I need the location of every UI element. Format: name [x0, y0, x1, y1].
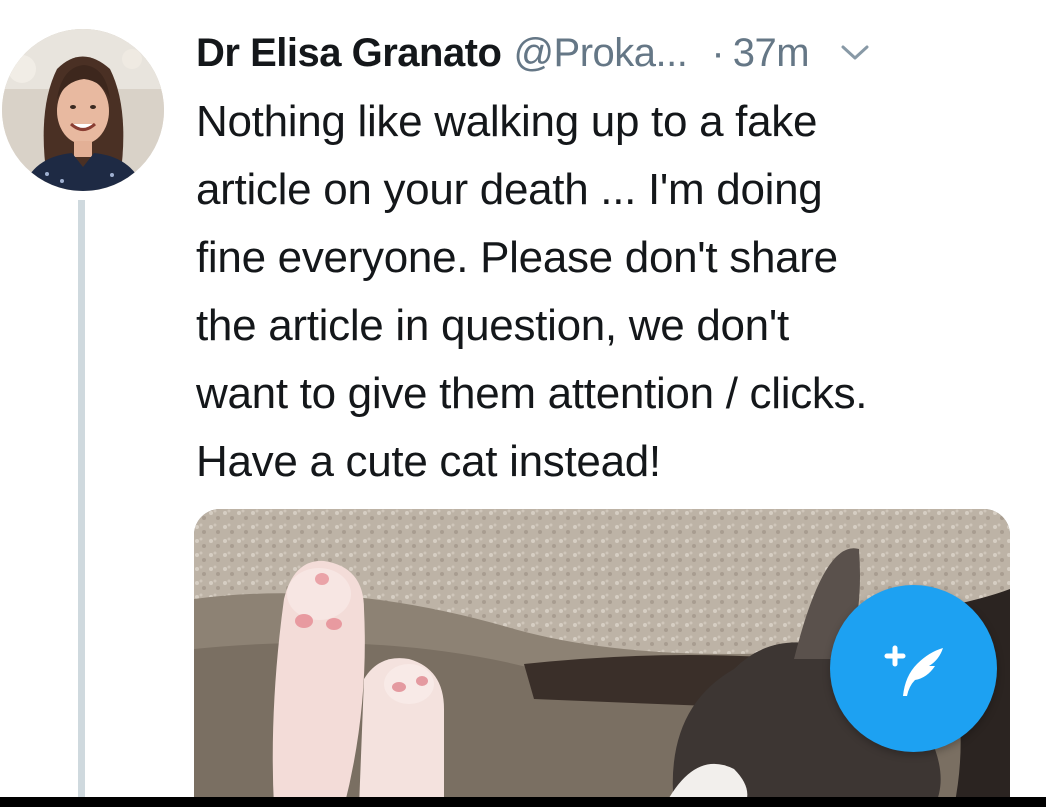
screen-bottom-edge — [0, 797, 1046, 807]
compose-tweet-icon — [884, 645, 943, 696]
tweet-text-line: fine everyone. Please don't share — [196, 233, 838, 282]
avatar[interactable] — [2, 29, 164, 191]
timestamp[interactable]: 37m — [733, 31, 810, 76]
avatar-photo — [2, 29, 164, 191]
compose-tweet-button[interactable] — [830, 585, 997, 752]
thread-line — [78, 200, 85, 807]
tweet-text-line: want to give them attention / clicks. — [196, 369, 868, 418]
tweet-text: Nothing like walking up to a fake articl… — [196, 88, 1026, 496]
chevron-down-icon[interactable] — [837, 35, 873, 71]
tweet-text-line: Have a cute cat instead! — [196, 437, 661, 486]
tweet-text-line: article on your death ... I'm doing — [196, 165, 823, 214]
tweet-text-line: Nothing like walking up to a fake — [196, 97, 818, 146]
tweet-header: Dr Elisa Granato @Proka... · 37m — [196, 28, 1016, 78]
author-handle[interactable]: @Proka... — [513, 31, 687, 76]
author-name[interactable]: Dr Elisa Granato — [196, 31, 502, 76]
separator-dot: · — [711, 30, 725, 75]
tweet-text-line: the article in question, we don't — [196, 301, 789, 350]
tweet[interactable]: Dr Elisa Granato @Proka... · 37m Nothing… — [0, 0, 1046, 807]
